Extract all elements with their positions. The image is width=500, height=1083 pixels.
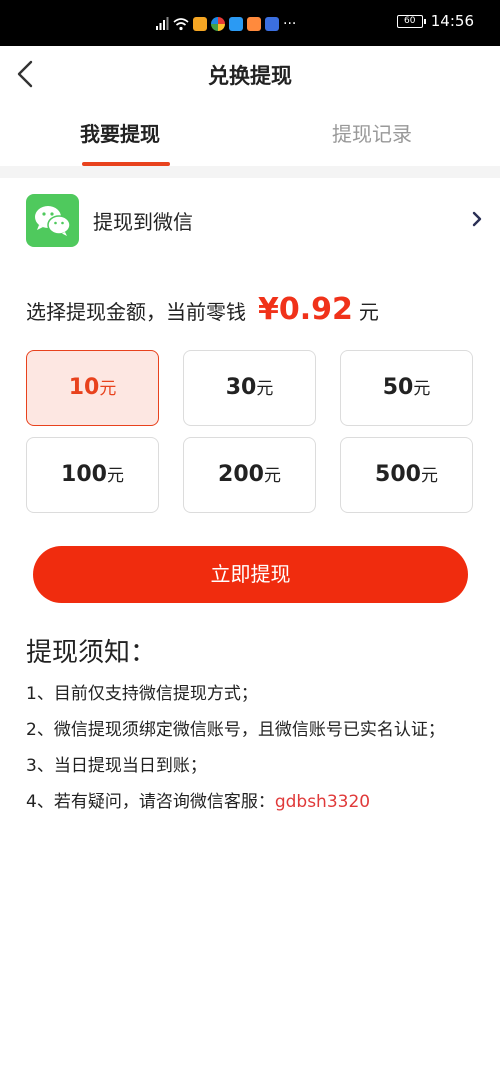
tab-withdraw-history[interactable]: 提现记录 xyxy=(332,118,412,147)
notes-list: 1、目前仅支持微信提现方式； 2、微信提现须绑定微信账号，且微信账号已实名认证；… xyxy=(26,676,456,820)
section-divider xyxy=(0,166,500,178)
note-item: 4、若有疑问，请咨询微信客服：gdbsh3320 xyxy=(26,784,456,820)
more-notifications-icon: ··· xyxy=(283,16,297,32)
amount-option-30[interactable]: 30元 xyxy=(183,350,316,426)
app-notification-icon xyxy=(211,17,225,31)
notes-title: 提现须知： xyxy=(26,638,157,668)
balance-unit: 元 xyxy=(358,300,379,324)
note-item: 1、目前仅支持微信提现方式； xyxy=(26,684,258,704)
signal-icon xyxy=(156,17,169,30)
balance-label: 选择提现金额，当前零钱 xyxy=(26,300,246,324)
amount-option-unit: 元 xyxy=(99,379,117,399)
tab-bar: 我要提现 提现记录 xyxy=(0,104,500,166)
wechat-withdraw-row[interactable]: 提现到微信 xyxy=(0,178,500,262)
amount-option-value: 10 xyxy=(68,375,100,400)
wifi-icon xyxy=(173,18,189,31)
amount-option-unit: 元 xyxy=(106,466,124,486)
withdraw-now-button[interactable]: 立即提现 xyxy=(33,546,468,603)
amount-option-unit: 元 xyxy=(413,379,431,399)
amount-option-200[interactable]: 200元 xyxy=(183,437,316,513)
battery-level: 60 xyxy=(404,15,416,26)
status-time: 14:56 xyxy=(430,12,474,30)
header: 兑换提现 xyxy=(0,46,500,104)
wechat-service-id: gdbsh3320 xyxy=(274,792,371,812)
amount-option-unit: 元 xyxy=(420,466,438,486)
amount-option-100[interactable]: 100元 xyxy=(26,437,159,513)
amount-option-unit: 元 xyxy=(263,466,281,486)
battery-icon: 60 xyxy=(396,14,426,28)
amount-option-unit: 元 xyxy=(256,379,274,399)
current-balance-line: 选择提现金额，当前零钱 ¥0.92 元 xyxy=(26,292,379,332)
chevron-right-icon xyxy=(472,211,482,227)
app-notification-icon xyxy=(265,17,279,31)
status-bar: ··· 60 14:56 xyxy=(0,0,500,46)
amount-option-value: 100 xyxy=(61,462,107,487)
wechat-withdraw-label: 提现到微信 xyxy=(93,210,193,234)
amount-option-value: 200 xyxy=(218,462,264,487)
app-notification-icon xyxy=(247,17,261,31)
app-notification-icon xyxy=(193,17,207,31)
note-item: 2、微信提现须绑定微信账号，且微信账号已实名认证； xyxy=(26,720,445,740)
tab-withdraw[interactable]: 我要提现 xyxy=(80,118,160,147)
status-icons: ··· xyxy=(155,15,296,33)
note-item-text: 4、若有疑问，请咨询微信客服： xyxy=(26,792,275,812)
page-title: 兑换提现 xyxy=(208,64,292,88)
amount-option-value: 500 xyxy=(375,462,421,487)
balance-value: ¥0.92 xyxy=(258,292,353,327)
note-item: 3、当日提现当日到账； xyxy=(26,756,207,776)
amount-option-value: 50 xyxy=(382,375,414,400)
amount-option-500[interactable]: 500元 xyxy=(340,437,473,513)
amount-option-value: 30 xyxy=(225,375,257,400)
wechat-icon xyxy=(26,194,79,247)
app-notification-icon xyxy=(229,17,243,31)
amount-option-10[interactable]: 10元 xyxy=(26,350,159,426)
amount-option-50[interactable]: 50元 xyxy=(340,350,473,426)
